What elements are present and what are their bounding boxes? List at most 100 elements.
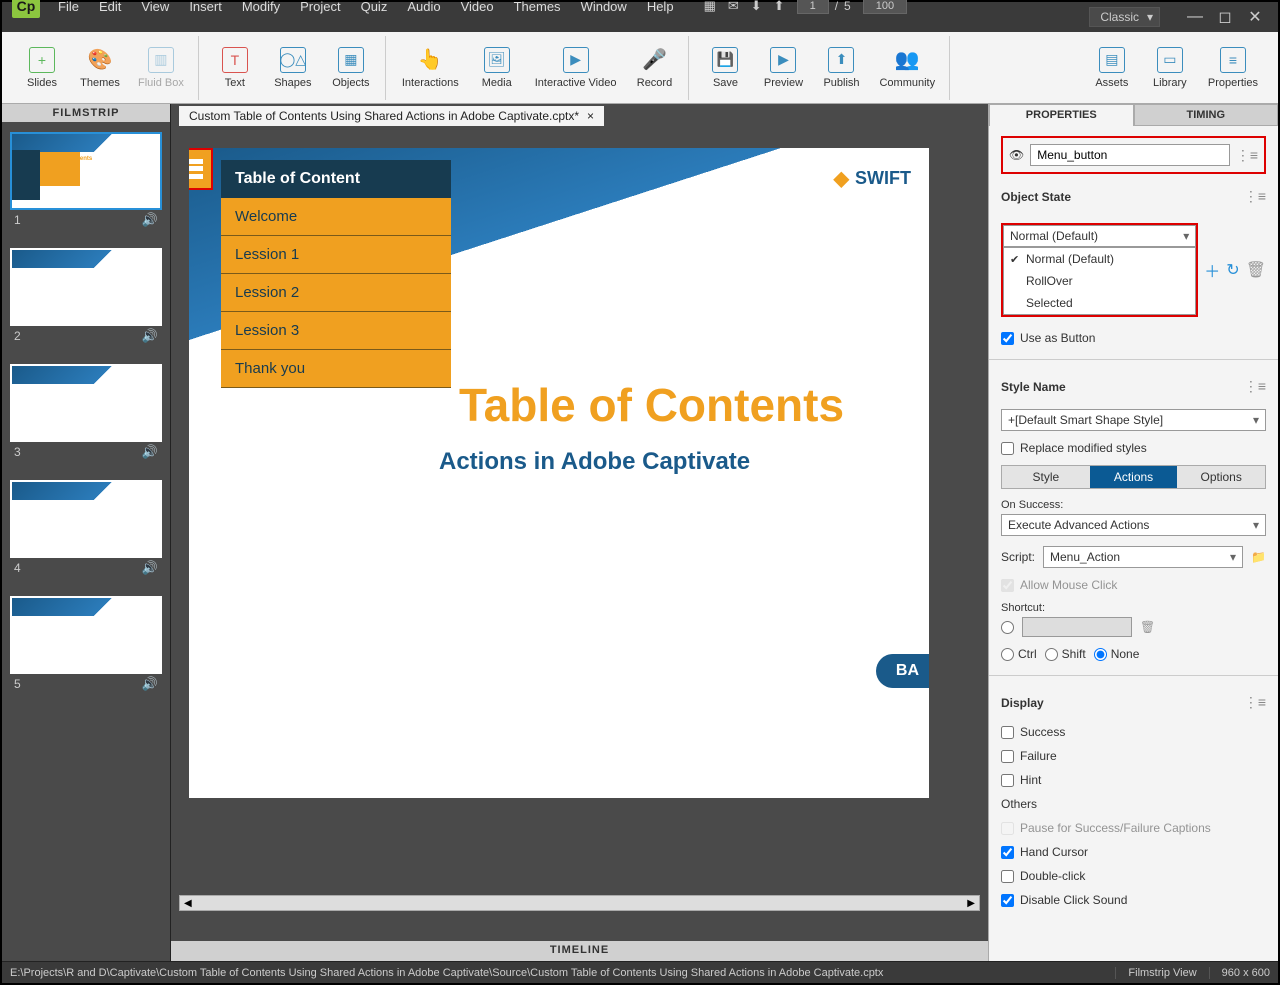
replace-styles-checkbox[interactable]: [1001, 442, 1014, 455]
subtab-actions[interactable]: Actions: [1090, 466, 1178, 488]
subtab-options[interactable]: Options: [1177, 466, 1265, 488]
properties-button[interactable]: ≡Properties: [1200, 43, 1266, 93]
menu-file[interactable]: File: [48, 0, 89, 17]
file-tab[interactable]: Custom Table of Contents Using Shared Ac…: [179, 106, 604, 126]
menu-video[interactable]: Video: [451, 0, 504, 17]
text-button[interactable]: TText: [207, 43, 263, 93]
slides-button[interactable]: +Slides: [14, 43, 70, 93]
menu-button-object[interactable]: [189, 148, 213, 190]
media-button[interactable]: 🖼Media: [469, 43, 525, 93]
toc-item[interactable]: Lession 2: [221, 274, 451, 312]
reset-state-icon[interactable]: ↻: [1226, 260, 1239, 280]
preview-button[interactable]: ▶Preview: [755, 43, 811, 93]
shift-radio[interactable]: [1045, 648, 1058, 661]
slide-thumb-1[interactable]: Table of Contents 1🔊: [10, 132, 162, 228]
mail-icon[interactable]: ✉: [728, 0, 739, 14]
timeline-panel-header[interactable]: TIMELINE: [171, 941, 988, 961]
tab-timing[interactable]: TIMING: [1134, 104, 1279, 126]
record-button[interactable]: 🎤Record: [626, 43, 682, 93]
section-menu-icon[interactable]: ⋮≡: [1244, 694, 1266, 711]
objects-button[interactable]: ▦Objects: [323, 43, 379, 93]
library-button[interactable]: ▭Library: [1142, 43, 1198, 93]
zoom-indicator[interactable]: 100: [863, 0, 907, 14]
upload-icon[interactable]: ⬆: [774, 0, 785, 14]
assets-button[interactable]: ▤Assets: [1084, 43, 1140, 93]
window-maximize[interactable]: ◻: [1210, 7, 1240, 27]
menu-view[interactable]: View: [131, 0, 179, 17]
status-dimensions: 960 x 600: [1209, 967, 1270, 979]
back-button[interactable]: BA: [876, 654, 929, 688]
success-checkbox[interactable]: [1001, 726, 1014, 739]
publish-button[interactable]: ⬆Publish: [813, 43, 869, 93]
subtab-style[interactable]: Style: [1002, 466, 1090, 488]
interactive-video-button[interactable]: ▶Interactive Video: [527, 43, 625, 93]
slide-thumb-3[interactable]: 3🔊: [10, 364, 162, 460]
state-dropdown-list: ✔Normal (Default) RollOver Selected: [1003, 247, 1196, 315]
audio-icon: 🔊: [142, 676, 158, 692]
menu-help[interactable]: Help: [637, 0, 684, 17]
close-tab-icon[interactable]: ×: [587, 109, 594, 123]
clear-shortcut-icon[interactable]: 🗑: [1140, 620, 1155, 634]
download-icon[interactable]: ⬇: [751, 0, 762, 14]
hint-checkbox[interactable]: [1001, 774, 1014, 787]
shapes-button[interactable]: ◯△Shapes: [265, 43, 321, 93]
state-dropdown[interactable]: Normal (Default): [1003, 225, 1196, 247]
menu-modify[interactable]: Modify: [232, 0, 290, 17]
horizontal-scrollbar[interactable]: ◀▶: [179, 895, 980, 911]
delete-state-icon[interactable]: 🗑: [1246, 260, 1266, 280]
layout-icon[interactable]: ▦: [704, 0, 716, 14]
section-menu-icon[interactable]: ⋮≡: [1244, 188, 1266, 205]
save-button[interactable]: 💾Save: [697, 43, 753, 93]
slide-thumb-2[interactable]: 2🔊: [10, 248, 162, 344]
double-click-checkbox[interactable]: [1001, 870, 1014, 883]
on-success-dropdown[interactable]: Execute Advanced Actions: [1001, 514, 1266, 536]
window-minimize[interactable]: —: [1180, 7, 1210, 27]
script-dropdown[interactable]: Menu_Action: [1043, 546, 1243, 568]
window-close[interactable]: ✕: [1240, 7, 1270, 27]
disable-click-sound-checkbox[interactable]: [1001, 894, 1014, 907]
audio-icon: 🔊: [142, 212, 158, 228]
style-name-label: Style Name: [1001, 380, 1066, 394]
menu-icon[interactable]: ⋮≡: [1236, 147, 1258, 164]
toc-panel: Table of Content Welcome Lession 1 Lessi…: [221, 160, 451, 388]
state-option-rollover[interactable]: RollOver: [1004, 270, 1195, 292]
current-page[interactable]: 1: [797, 0, 829, 14]
fluidbox-button: ▥Fluid Box: [130, 43, 192, 93]
community-button[interactable]: 👥Community: [871, 43, 943, 93]
slide-thumb-5[interactable]: 5🔊: [10, 596, 162, 692]
themes-button[interactable]: 🎨Themes: [72, 43, 128, 93]
state-option-selected[interactable]: Selected: [1004, 292, 1195, 314]
slide-thumb-4[interactable]: 4🔊: [10, 480, 162, 576]
use-as-button-checkbox[interactable]: [1001, 332, 1014, 345]
toc-item[interactable]: Thank you: [221, 350, 451, 388]
tab-properties[interactable]: PROPERTIES: [989, 104, 1134, 126]
toc-item[interactable]: Lession 1: [221, 236, 451, 274]
section-menu-icon[interactable]: ⋮≡: [1244, 378, 1266, 395]
state-option-normal[interactable]: ✔Normal (Default): [1004, 248, 1195, 270]
folder-icon[interactable]: 📁: [1251, 550, 1266, 564]
add-state-icon[interactable]: ＋: [1204, 258, 1220, 282]
ctrl-radio[interactable]: [1001, 648, 1014, 661]
menu-project[interactable]: Project: [290, 0, 350, 17]
others-label: Others: [1001, 797, 1266, 811]
object-name-input[interactable]: [1030, 144, 1230, 166]
menu-audio[interactable]: Audio: [397, 0, 450, 17]
toc-item[interactable]: Lession 3: [221, 312, 451, 350]
workspace-selector[interactable]: Classic: [1089, 7, 1160, 27]
interactions-button[interactable]: 👆Interactions: [394, 43, 467, 93]
menu-window[interactable]: Window: [571, 0, 637, 17]
menu-insert[interactable]: Insert: [179, 0, 232, 17]
slide-canvas[interactable]: ◆SWIFT Table of Content Welcome Lession …: [189, 148, 929, 798]
hand-cursor-checkbox[interactable]: [1001, 846, 1014, 859]
toc-item[interactable]: Welcome: [221, 198, 451, 236]
none-radio[interactable]: [1094, 648, 1107, 661]
style-name-dropdown[interactable]: +[Default Smart Shape Style]: [1001, 409, 1266, 431]
menu-edit[interactable]: Edit: [89, 0, 131, 17]
shortcut-input[interactable]: [1022, 617, 1132, 637]
script-label: Script:: [1001, 550, 1035, 564]
failure-checkbox[interactable]: [1001, 750, 1014, 763]
menu-quiz[interactable]: Quiz: [351, 0, 398, 17]
shortcut-radio[interactable]: [1001, 621, 1014, 634]
visibility-icon[interactable]: 👁: [1009, 148, 1024, 162]
menu-themes[interactable]: Themes: [504, 0, 571, 17]
